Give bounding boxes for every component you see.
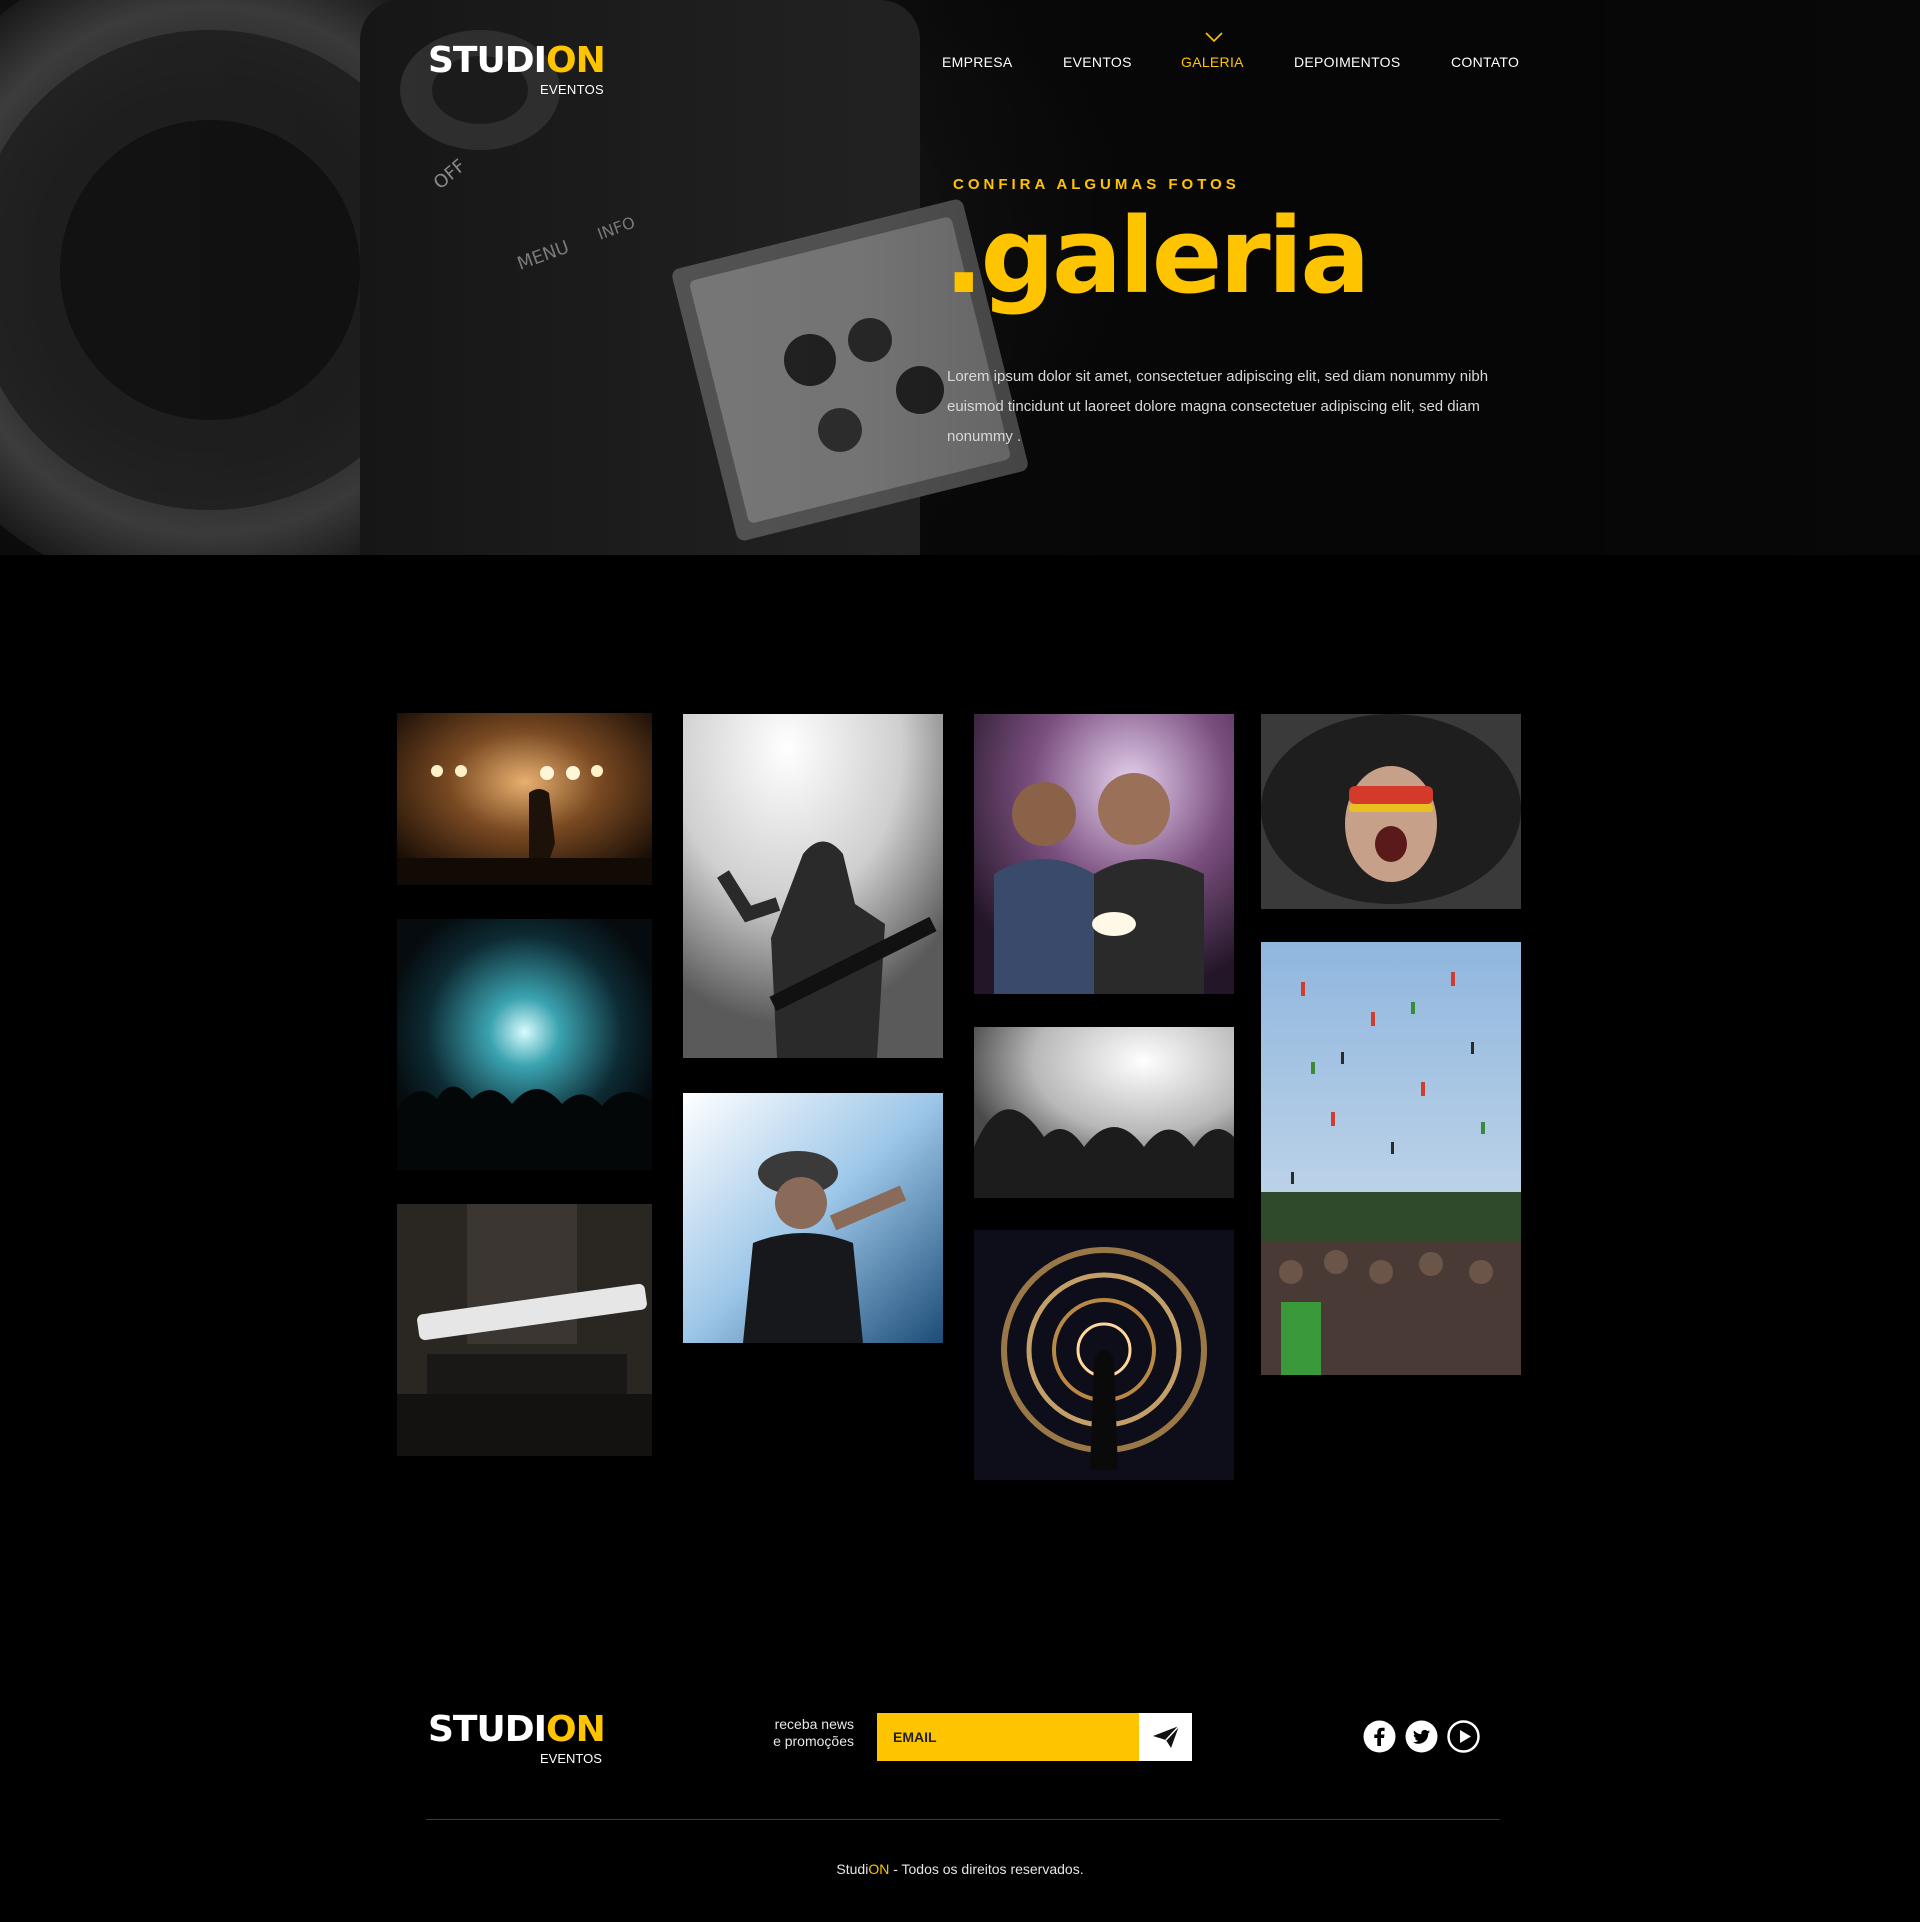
youtube-icon [1447,1720,1480,1753]
newsletter-label: receba news e promoções [773,1716,854,1749]
nav-item-contato[interactable]: CONTATO [1451,54,1519,70]
gallery-photo[interactable] [1261,942,1521,1375]
bw-guitarist-photo [683,714,943,1058]
logo-tagline: EVENTOS [540,82,604,97]
gallery-photo[interactable] [974,1027,1234,1198]
nav-item-empresa[interactable]: EMPRESA [942,54,1013,70]
duo-singers-photo [974,714,1234,994]
footer-logo[interactable]: STUDION EVENTOS [428,1709,608,1766]
gallery-photo[interactable] [974,714,1234,994]
gallery-photo[interactable] [397,1204,652,1456]
footer-logo-tagline: EVENTOS [540,1751,602,1766]
gallery-photo[interactable] [397,919,652,1170]
hero-kicker: CONFIRA ALGUMAS FOTOS [953,176,1240,193]
email-field[interactable] [877,1713,1139,1761]
paper-plane-icon [1152,1725,1180,1748]
guitarist-seated-photo [397,1204,652,1456]
hero-section: MENU INFO OFF STUDION EVENTOS EMPRESA EV… [0,0,1920,555]
hero-description: Lorem ipsum dolor sit amet, consectetuer… [947,368,1489,445]
copyright-text: StudiON - Todos os direitos reservados. [836,1861,1084,1877]
page-title: .galeria [944,195,1370,317]
concert-stage-photo [397,713,652,885]
facebook-icon [1363,1720,1396,1753]
festival-crowd-photo [1261,942,1521,1375]
gallery-photo[interactable] [683,1093,943,1343]
send-button[interactable] [1139,1713,1192,1761]
footer-logo-wordmark: STUDION [428,1709,606,1750]
gallery-photo[interactable] [1261,714,1521,909]
gallery-photo[interactable] [974,1230,1234,1480]
chevron-down-icon [1205,32,1223,43]
gallery-photo[interactable] [397,713,652,885]
main-nav: EMPRESA EVENTOS GALERIA DEPOIMENTOS CONT… [0,32,1920,74]
gallery-grid [0,555,1920,1635]
screaming-face-photo [1261,714,1521,909]
twitter-icon [1405,1720,1438,1753]
nav-item-eventos[interactable]: EVENTOS [1063,54,1132,70]
nav-item-depoimentos[interactable]: DEPOIMENTOS [1294,54,1401,70]
twitter-link[interactable] [1405,1720,1438,1753]
footer-divider [426,1819,1500,1820]
singer-cap-photo [683,1093,943,1343]
bw-crowd-photo [974,1027,1234,1198]
nav-item-galeria[interactable]: GALERIA [1181,54,1244,70]
youtube-link[interactable] [1447,1720,1480,1753]
gallery-photo[interactable] [683,714,943,1058]
crowd-blue-lights-photo [397,919,652,1170]
facebook-link[interactable] [1363,1720,1396,1753]
fire-spin-photo [974,1230,1234,1480]
